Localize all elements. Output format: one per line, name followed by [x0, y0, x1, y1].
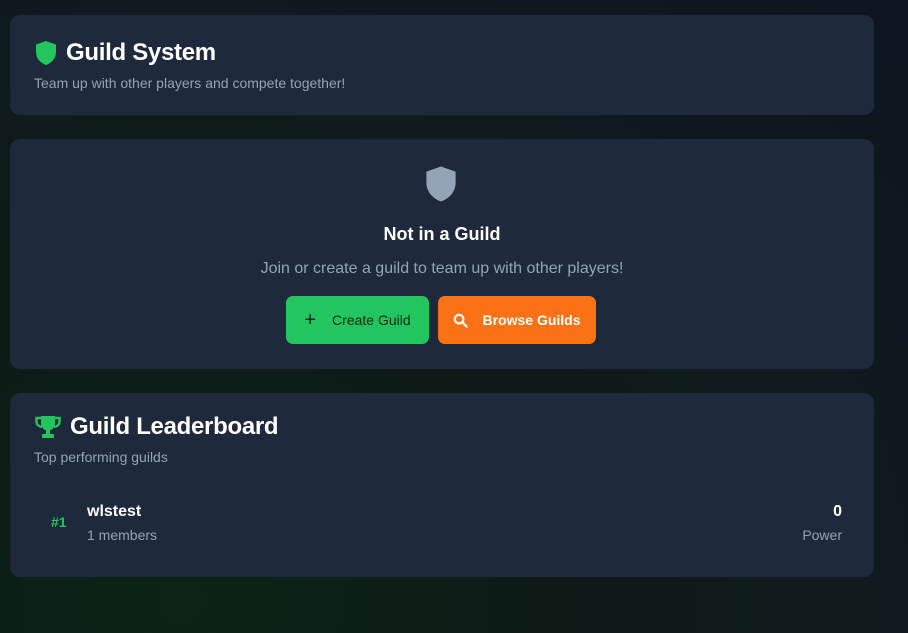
guild-leaderboard-card: Guild Leaderboard Top performing guilds …: [10, 393, 874, 577]
create-guild-button[interactable]: + Create Guild: [286, 296, 429, 344]
guild-system-header-card: Guild System Team up with other players …: [10, 15, 874, 115]
guild-name: wlstest: [87, 503, 142, 520]
shield-icon: [34, 40, 58, 66]
no-guild-card: Not in a Guild Join or create a guild to…: [10, 139, 874, 369]
shield-icon: [423, 165, 459, 203]
guild-power-label: Power: [802, 527, 842, 543]
leaderboard-rank: #1: [51, 514, 67, 530]
plus-icon: +: [304, 309, 317, 331]
guild-member-count: 1 members: [87, 527, 158, 543]
empty-state-title: Not in a Guild: [383, 224, 501, 244]
leaderboard-row[interactable]: #1 wlstest 1 members 0 Power: [34, 501, 842, 545]
guild-power-value: 0: [833, 503, 842, 520]
page-subtitle: Team up with other players and compete t…: [34, 75, 346, 91]
leaderboard-title: Guild Leaderboard: [70, 413, 279, 440]
search-icon: [453, 313, 469, 328]
page-title: Guild System: [66, 39, 216, 66]
create-guild-label: Create Guild: [332, 312, 411, 328]
browse-guilds-button[interactable]: Browse Guilds: [438, 296, 596, 344]
browse-guilds-label: Browse Guilds: [482, 312, 581, 328]
header-title-row: Guild System: [34, 39, 850, 67]
empty-state-description: Join or create a guild to team up with o…: [260, 260, 624, 277]
leaderboard-title-row: Guild Leaderboard: [34, 413, 850, 441]
trophy-icon: [34, 414, 62, 440]
leaderboard-subtitle: Top performing guilds: [34, 449, 168, 465]
